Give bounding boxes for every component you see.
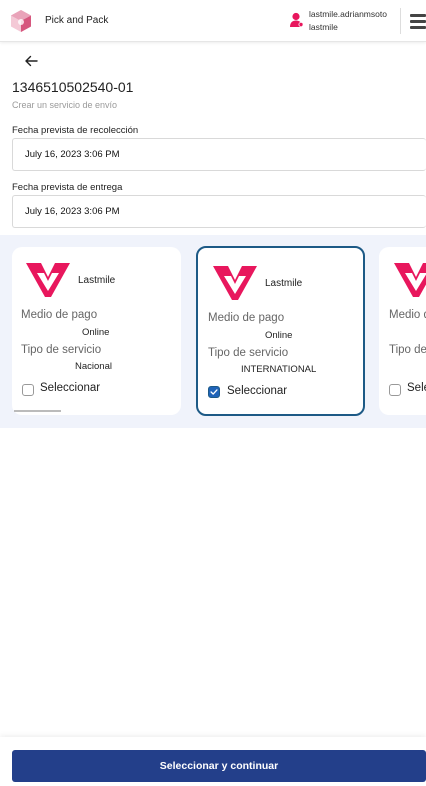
- payment-label: Medio d: [389, 309, 426, 321]
- page-subtitle: Crear un servicio de envío: [12, 100, 118, 110]
- select-label[interactable]: Sele: [407, 382, 426, 394]
- select-checkbox[interactable]: [22, 384, 34, 396]
- service-type-label: Tipo de servicio: [208, 347, 289, 359]
- app-logo-icon: [11, 10, 31, 32]
- lastmile-logo-icon: [394, 263, 426, 297]
- delivery-date-field[interactable]: July 16, 2023 3:06 PM: [12, 195, 426, 228]
- select-checkbox[interactable]: [389, 384, 401, 396]
- lastmile-logo-icon: [213, 266, 257, 300]
- payment-label: Medio de pago: [21, 309, 98, 321]
- select-and-continue-button[interactable]: Seleccionar y continuar: [12, 750, 426, 782]
- carousel-scroll-indicator[interactable]: [14, 410, 61, 412]
- service-type-label: Tipo de servicio: [21, 344, 102, 356]
- service-card[interactable]: Lastmile Medio de pago Online Tipo de se…: [12, 247, 181, 415]
- select-checkbox-checked[interactable]: [208, 386, 220, 398]
- pickup-date-field[interactable]: July 16, 2023 3:06 PM: [12, 138, 426, 171]
- carrier-name: Lastmile: [78, 275, 116, 286]
- lastmile-logo-icon: [26, 263, 70, 297]
- order-id: 1346510502540-01: [12, 79, 134, 95]
- payment-value: Online: [82, 327, 110, 338]
- select-label[interactable]: Seleccionar: [40, 382, 100, 394]
- checkmark-icon: [210, 389, 218, 395]
- user-name[interactable]: lastmile.adrianmsoto: [309, 9, 387, 19]
- service-type-value: INTERNATIONAL: [241, 364, 317, 375]
- service-card-selected[interactable]: Lastmile Medio de pago Online Tipo de se…: [196, 246, 365, 416]
- payment-label: Medio de pago: [208, 312, 285, 324]
- select-label[interactable]: Seleccionar: [227, 385, 287, 397]
- header-divider: [400, 8, 401, 34]
- pickup-date-label: Fecha prevista de recolección: [12, 125, 139, 136]
- delivery-date-label: Fecha prevista de entrega: [12, 182, 123, 193]
- user-organization: lastmile: [309, 22, 338, 32]
- top-bar: Pick and Pack lastmile.adrianmsoto lastm…: [0, 0, 426, 42]
- arrow-left-icon[interactable]: [23, 53, 39, 69]
- carrier-name: Lastmile: [265, 278, 303, 289]
- service-type-value: Nacional: [75, 361, 112, 372]
- service-type-label: Tipo de: [389, 344, 426, 356]
- service-card[interactable]: Medio d Tipo de Sele: [379, 247, 426, 415]
- user-icon[interactable]: [290, 12, 304, 28]
- payment-value: Online: [265, 330, 293, 341]
- service-carousel[interactable]: Lastmile Medio de pago Online Tipo de se…: [0, 235, 426, 428]
- hamburger-menu-icon[interactable]: [410, 14, 426, 29]
- app-title: Pick and Pack: [45, 15, 109, 26]
